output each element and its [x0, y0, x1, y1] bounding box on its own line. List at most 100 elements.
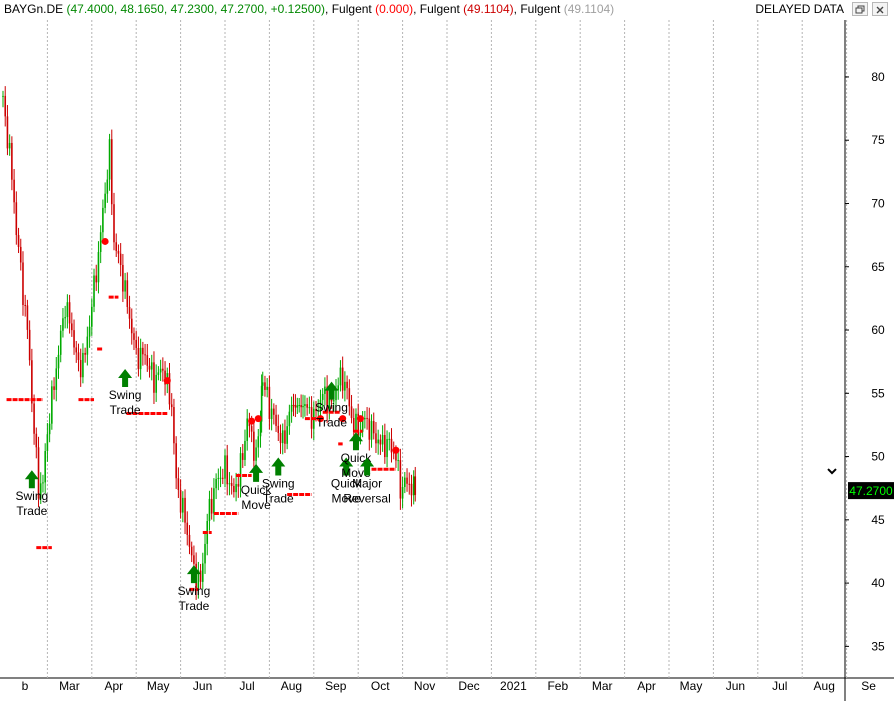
x-tick-label: Jul [239, 679, 254, 693]
candle-body [110, 139, 113, 205]
candle-body [62, 318, 64, 331]
x-tick-label: Nov [414, 679, 435, 693]
candle-body [379, 439, 382, 445]
price-chart[interactable]: b Mar Apr May Jun Jul Aug Sep Oct Nov Dec 2021 Feb Ma… [0, 0, 894, 701]
signal-annotation-label: Swing [178, 584, 211, 598]
candle-body [95, 275, 98, 283]
candle-body [102, 207, 104, 233]
candle-body [235, 484, 237, 493]
candle-body [22, 262, 24, 305]
candle-body [35, 433, 38, 448]
candle-body [228, 483, 231, 485]
candle-body [204, 543, 206, 564]
candle-body [173, 407, 175, 444]
x-tick-label: Dec [458, 679, 479, 693]
candle-body [375, 433, 377, 444]
candle-body [388, 438, 391, 440]
candle-body [337, 385, 340, 391]
signal-annotation-label: Trade [178, 599, 209, 613]
candle-body [31, 360, 33, 404]
candle-body [106, 179, 109, 194]
candle-body [266, 386, 268, 390]
candle-body [124, 280, 126, 292]
x-tick-label: Sep [325, 679, 347, 693]
candle-body [24, 304, 26, 306]
candle-body [193, 555, 195, 564]
candle-body [33, 403, 35, 434]
candle-body [377, 439, 379, 444]
candle-body [93, 275, 95, 307]
x-tick-label: Apr [637, 679, 656, 693]
candle-body [59, 330, 62, 355]
candle-body [261, 382, 264, 386]
candle-body [404, 477, 406, 488]
candle-body [86, 336, 89, 355]
candle-body [346, 381, 348, 389]
signal-annotation-label: Swing [262, 477, 295, 491]
y-tick-label: 50 [871, 450, 885, 464]
candle-body [390, 438, 393, 453]
candle-body [104, 193, 106, 208]
x-tick-label: Jul [772, 679, 787, 693]
candle-body [286, 426, 288, 444]
candle-body [91, 306, 93, 327]
candle-body [128, 307, 131, 319]
candle-body [364, 417, 366, 420]
candle-body [153, 362, 155, 393]
candle-body [79, 359, 82, 378]
candle-body [233, 485, 235, 493]
candle-body [366, 417, 368, 419]
candle-body [412, 476, 415, 496]
candle-body [215, 478, 217, 489]
candle-body [148, 365, 151, 370]
candle-body [257, 436, 260, 448]
x-tick-label: Mar [592, 679, 613, 693]
candle-body [244, 440, 246, 460]
candle-body [42, 482, 44, 484]
x-tick-label: Jun [193, 679, 212, 693]
candle-body [277, 425, 280, 433]
candle-body [130, 318, 133, 334]
candle-body [300, 405, 302, 408]
candle-body [350, 406, 353, 418]
candle-body [202, 563, 204, 582]
candle-body [115, 242, 118, 251]
candle-body [11, 142, 13, 180]
candle-body [48, 423, 51, 435]
candle-body [117, 250, 120, 254]
candle-body [97, 252, 100, 283]
signal-annotation-label: Trade [316, 416, 347, 430]
candle-body [397, 460, 399, 462]
y-tick-label: 55 [871, 386, 885, 400]
candle-body [64, 317, 66, 319]
candle-body [57, 354, 60, 369]
stop-dot [356, 415, 364, 423]
x-tick-label: Apr [104, 679, 123, 693]
candle-body [302, 405, 304, 408]
candle-body [4, 95, 7, 117]
stop-dot [392, 446, 400, 454]
candle-body [230, 483, 233, 486]
candle-body [395, 452, 397, 461]
x-tick-label: Mar [59, 679, 80, 693]
y-tick-label: 70 [871, 196, 885, 210]
candle-body [401, 487, 404, 499]
candle-body [381, 435, 384, 445]
candle-body [370, 421, 373, 440]
candle-body [386, 439, 388, 458]
x-tick-label: 2021 [500, 679, 527, 693]
candle-body [84, 352, 86, 355]
candle-body [217, 477, 220, 479]
candle-body [264, 382, 266, 390]
candle-body [253, 431, 255, 461]
x-tick-label: May [680, 679, 703, 693]
candle-body [182, 497, 184, 513]
candle-body [306, 404, 308, 408]
candle-body [284, 430, 286, 444]
candle-body [75, 347, 78, 353]
signal-annotation-label: Trade [110, 403, 141, 417]
chart-window: BAYGn.DE (47.4000, 48.1650, 47.2300, 47.… [0, 0, 894, 701]
stop-dot [101, 237, 109, 245]
candle-body [68, 302, 71, 324]
candle-body [304, 404, 306, 406]
